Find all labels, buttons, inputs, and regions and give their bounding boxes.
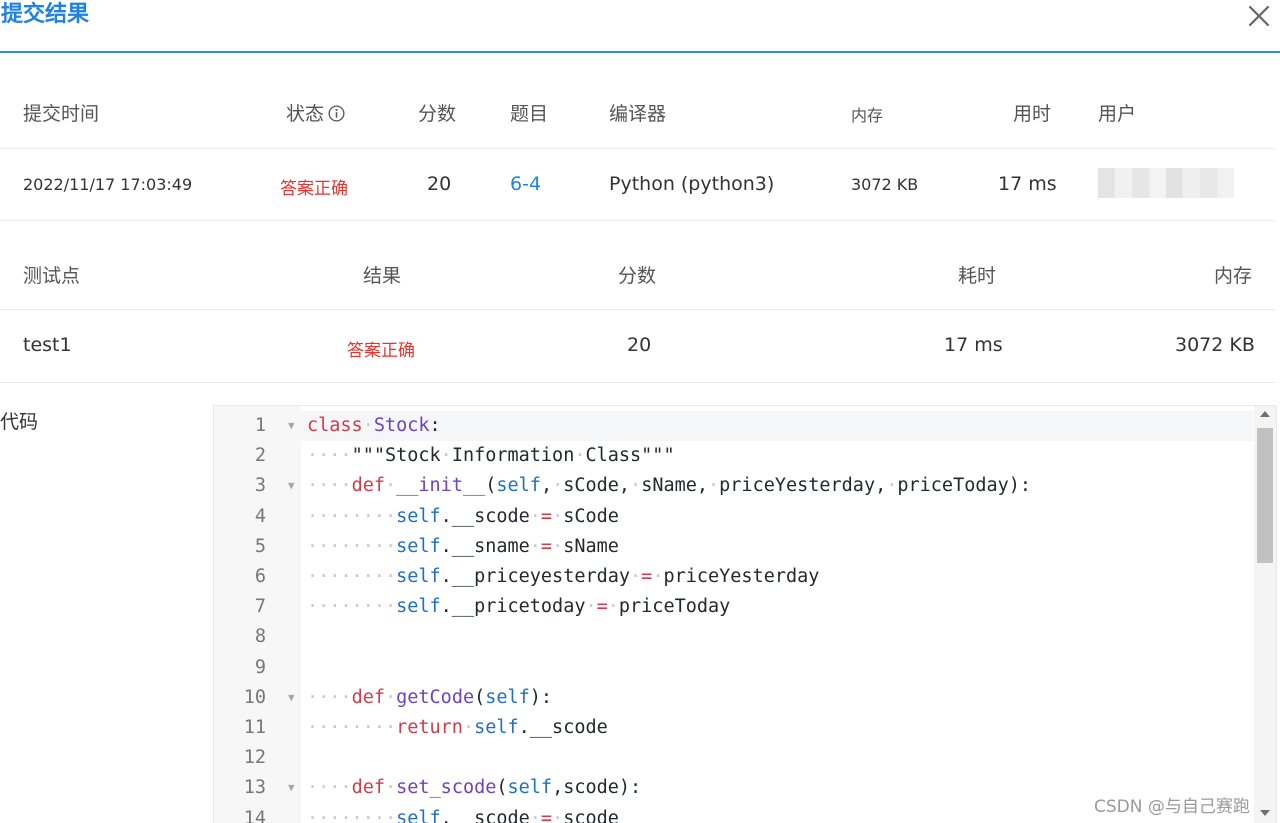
line-number: 3 [254,475,266,497]
code-text: ····def·getCode(self): [307,686,553,708]
test-result-badge: 答案正确 [347,341,415,361]
fold-arrow-icon[interactable]: ▼ [288,683,295,713]
code-line: 10 ▼ ····def·getCode(self): [214,683,1254,713]
code-line: 9 [214,653,1254,683]
header-duration: 耗时 [958,265,997,287]
test-point-name: test1 [23,334,72,356]
test-memory: 3072 KB [1175,334,1255,356]
line-number: 7 [254,596,266,618]
fold-arrow-icon[interactable]: ▼ [288,471,295,501]
code-editor[interactable]: 1 ▼ class·Stock: 2 ····"""Stock·Information·… [213,405,1277,823]
divider [0,309,1275,310]
header-submit-time: 提交时间 [23,103,100,125]
code-text: ········self.__pricetoday·=·priceToday [307,596,731,618]
code-text: ····def·set_scode(self,scode): [307,777,642,799]
code-text: ········self.__scode·=·sCode [307,505,619,527]
line-number: 10 [243,686,266,708]
close-button[interactable] [1246,3,1272,29]
line-number: 2 [254,445,266,467]
dialog-header: 提交结果 [0,0,1280,53]
code-label: 代码 [0,411,39,433]
line-number: 12 [243,747,266,769]
divider [0,148,1275,149]
code-text: ········self.__scode·=·scode [307,807,619,823]
header-result: 结果 [363,265,402,287]
scroll-up-arrow-icon[interactable] [1260,411,1270,417]
code-text: ········self.__sname·=·sName [307,535,619,557]
line-number: 11 [243,717,266,738]
code-line: 1 ▼ class·Stock: [214,411,1254,441]
header-score: 分数 [618,265,657,287]
line-number: 6 [254,566,266,587]
header-memory: 内存 [1214,265,1253,287]
memory-value: 3072 KB [851,175,919,194]
user-avatar-blurred [1098,168,1234,198]
line-number: 5 [254,535,266,557]
divider [0,382,1275,383]
watermark: CSDN @与自己赛跑 [1094,797,1250,817]
line-number: 1 [254,415,266,436]
line-number: 9 [254,656,266,678]
code-text: ····def·__init__(self,·sCode,·sName,·pri… [307,475,1032,497]
scroll-down-arrow-icon[interactable] [1260,810,1270,816]
header-score: 分数 [418,103,457,125]
dialog-title: 提交结果 [1,2,90,27]
code-text: ····"""Stock·Information·Class""" [307,445,675,467]
line-number: 4 [254,505,266,527]
code-text: ········return·self.__scode [307,717,608,738]
code-line: 7 ········self.__pricetoday·=·priceToday [214,592,1254,622]
header-user: 用户 [1098,103,1137,125]
test-score: 20 [627,334,652,356]
line-number: 14 [243,807,266,823]
fold-arrow-icon[interactable]: ▼ [288,411,295,441]
code-line: 6 ········self.__priceyesterday·=·priceYe… [214,562,1254,592]
divider [0,220,1275,221]
vertical-scrollbar[interactable] [1254,406,1276,823]
header-duration: 用时 [1013,103,1052,125]
code-line: 11 ········return·self.__scode [214,713,1254,743]
header-status-label: 状态 [286,103,325,125]
code-line: 2 ····"""Stock·Information·Class""" [214,441,1254,471]
info-icon[interactable] [328,105,345,122]
fold-arrow-icon[interactable]: ▼ [288,773,295,803]
header-test-point: 测试点 [23,265,81,287]
code-text: ········self.__priceyesterday·=·priceYes… [307,566,820,587]
scroll-thumb[interactable] [1257,428,1273,563]
line-number: 8 [254,626,266,648]
header-problem: 题目 [510,103,549,125]
score-value: 20 [427,173,452,195]
duration-value: 17 ms [998,173,1057,195]
header-memory: 内存 [851,106,884,125]
code-line: 12 [214,743,1254,773]
code-text: class·Stock: [307,415,441,436]
line-number: 13 [243,777,266,799]
code-line: 3 ▼ ····def·__init__(self,·sCode,·sName,·p… [214,471,1254,501]
status-badge: 答案正确 [280,179,348,199]
close-icon [1248,5,1270,27]
code-line: 5 ········self.__sname·=·sName [214,532,1254,562]
compiler-value: Python (python3) [609,173,775,195]
submit-time: 2022/11/17 17:03:49 [23,175,193,194]
code-line: 8 [214,622,1254,652]
header-status: 状态 [286,99,345,126]
header-compiler: 编译器 [609,103,667,125]
problem-link[interactable]: 6-4 [510,173,541,195]
code-line: 4 ········self.__scode·=·sCode [214,502,1254,532]
test-duration: 17 ms [944,334,1003,356]
